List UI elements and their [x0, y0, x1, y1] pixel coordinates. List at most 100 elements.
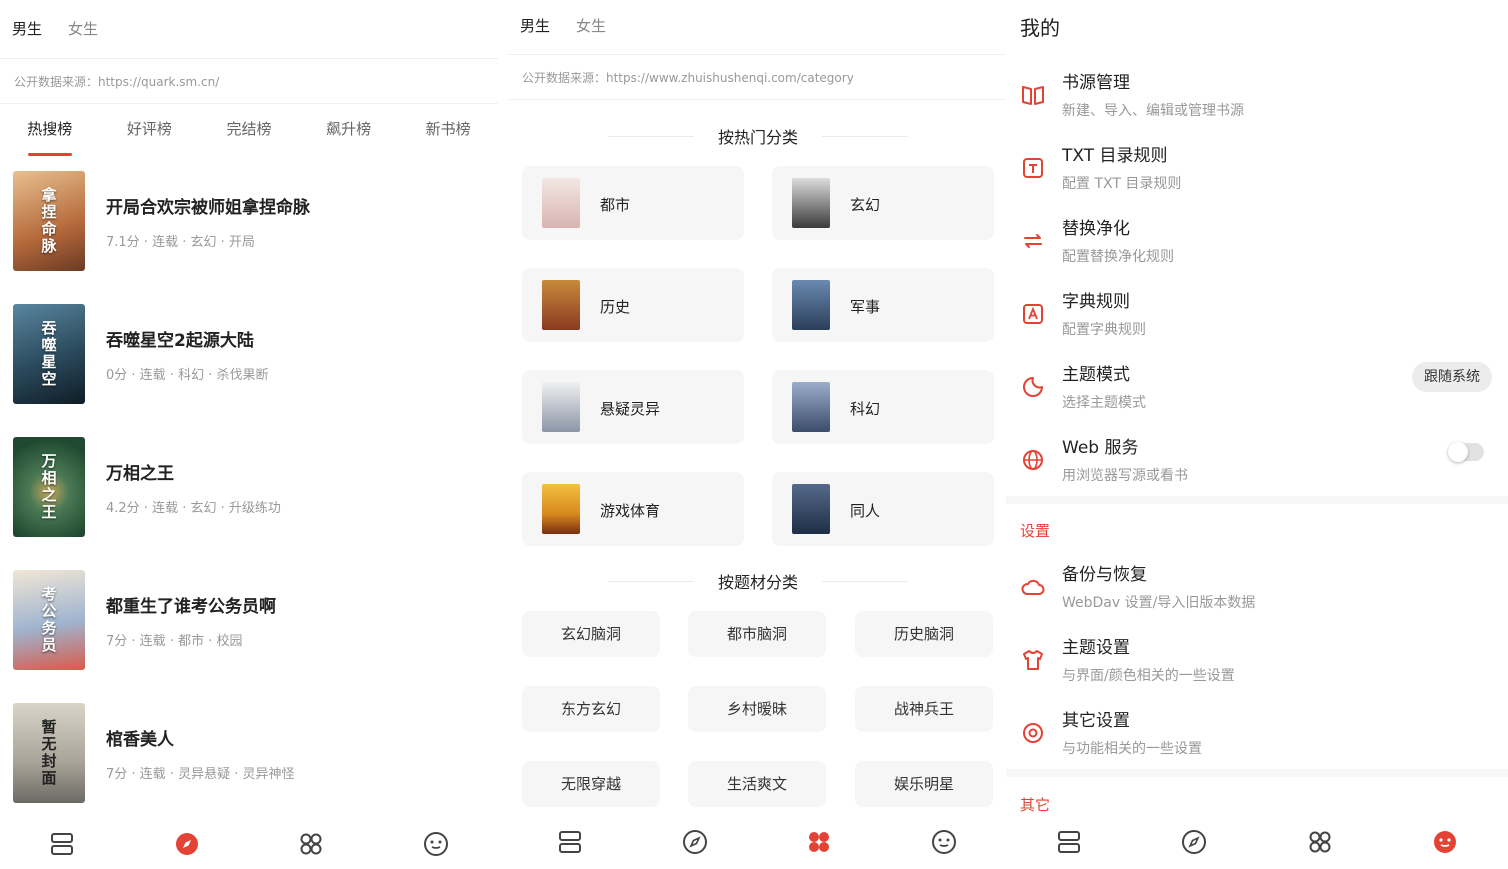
gender-tabs: 男生 女生	[12, 18, 98, 39]
category-card[interactable]: 悬疑灵异	[522, 370, 744, 444]
theme-mode-select[interactable]: 跟随系统	[1412, 362, 1492, 392]
book-cover: 拿捏命脉	[13, 171, 85, 271]
nav-discover[interactable]	[633, 829, 758, 855]
compass-icon	[1182, 830, 1207, 854]
category-card[interactable]: 游戏体育	[522, 472, 744, 546]
bottom-nav	[508, 815, 1006, 869]
menu-item-theme-mode[interactable]: 主题模式 选择主题模式 跟随系统	[1006, 358, 1508, 430]
topic-chip[interactable]: 都市脑洞	[688, 611, 826, 657]
tab-female[interactable]: 女生	[68, 18, 98, 39]
page-title: 我的	[1020, 16, 1060, 40]
nav-mine[interactable]	[374, 831, 499, 857]
web-service-toggle[interactable]	[1448, 442, 1484, 462]
globe-icon	[1023, 450, 1043, 470]
bookshelf-icon	[1057, 831, 1080, 853]
book-item[interactable]: 考公务员 都重生了谁考公务员啊 7分 · 连载 · 都市 · 校园	[13, 570, 483, 670]
menu-item-backup[interactable]: 备份与恢复 WebDav 设置/导入旧版本数据	[1006, 558, 1508, 630]
topic-category-heading: 按题材分类	[608, 569, 908, 593]
tab-top-rated[interactable]: 好评榜	[100, 118, 200, 156]
category-thumb	[542, 280, 580, 330]
nav-category[interactable]	[757, 829, 882, 855]
section-divider	[1006, 496, 1508, 504]
book-item[interactable]: 暂无封面 棺香美人 7分 · 连载 · 灵异悬疑 · 灵异神怪	[13, 703, 483, 803]
category-thumb	[542, 484, 580, 534]
book-meta: 7.1分 · 连载 · 玄幻 · 开局	[106, 235, 255, 250]
category-card[interactable]: 军事	[772, 268, 994, 342]
nav-bookshelf[interactable]	[0, 831, 125, 857]
tab-hot-search[interactable]: 热搜榜	[0, 118, 100, 156]
category-label: 都市	[600, 196, 631, 214]
menu-item-txt-rules[interactable]: TXT 目录规则 配置 TXT 目录规则	[1006, 139, 1508, 211]
topic-chip[interactable]: 乡村暧昧	[688, 686, 826, 732]
nav-category[interactable]	[249, 831, 374, 857]
nav-bookshelf[interactable]	[508, 829, 633, 855]
rank-tabs: 热搜榜 好评榜 完结榜 飙升榜 新书榜	[0, 118, 498, 156]
topic-chip[interactable]: 东方玄幻	[522, 686, 660, 732]
menu-item-subtitle: 与界面/颜色相关的一些设置	[1062, 668, 1235, 684]
category-thumb	[792, 178, 830, 228]
nav-mine[interactable]	[1383, 829, 1508, 855]
menu-item-subtitle: 配置 TXT 目录规则	[1062, 176, 1182, 192]
txt-icon	[1023, 158, 1043, 178]
book-meta: 0分 · 连载 · 科幻 · 杀伐果断	[106, 368, 269, 383]
nav-discover[interactable]	[125, 831, 250, 857]
book-item[interactable]: 吞噬星空 吞噬星空2起源大陆 0分 · 连载 · 科幻 · 杀伐果断	[13, 304, 483, 404]
menu-item-other-settings[interactable]: 其它设置 与功能相关的一些设置	[1006, 704, 1508, 776]
book-cover: 暂无封面	[13, 703, 85, 803]
category-card[interactable]: 科幻	[772, 370, 994, 444]
nav-mine[interactable]	[882, 829, 1007, 855]
tab-male[interactable]: 男生	[12, 18, 42, 39]
topic-chip[interactable]: 玄幻脑洞	[522, 611, 660, 657]
topic-chip[interactable]: 战神兵王	[855, 686, 993, 732]
tab-rising[interactable]: 飙升榜	[299, 118, 399, 156]
menu-item-dictionary[interactable]: 字典规则 配置字典规则	[1006, 285, 1508, 357]
topic-chip[interactable]: 历史脑洞	[855, 611, 993, 657]
menu-item-theme-settings[interactable]: 主题设置 与界面/颜色相关的一些设置	[1006, 631, 1508, 703]
tab-new-books[interactable]: 新书榜	[398, 118, 498, 156]
category-label: 玄幻	[850, 196, 881, 214]
smiley-icon	[931, 830, 956, 854]
theme-icon	[1023, 377, 1043, 397]
book-cover: 万相之王	[13, 437, 85, 537]
topic-chip[interactable]: 生活爽文	[688, 761, 826, 807]
menu-item-subtitle: 配置字典规则	[1062, 322, 1146, 338]
category-thumb	[542, 382, 580, 432]
menu-item-title: 字典规则	[1062, 292, 1130, 312]
mine-panel: 我的 书源管理 新建、导入、编辑或管理书源 TXT 目录规则 配置 TXT 目录…	[1006, 0, 1508, 869]
book-cover: 考公务员	[13, 570, 85, 670]
topic-chip[interactable]: 无限穿越	[522, 761, 660, 807]
category-card[interactable]: 玄幻	[772, 166, 994, 240]
shirt-icon	[1023, 650, 1043, 670]
menu-item-subtitle: WebDav 设置/导入旧版本数据	[1062, 595, 1256, 611]
bookshelf-icon	[51, 833, 74, 855]
compass-icon	[175, 833, 198, 855]
menu-item-web-service[interactable]: Web 服务 用浏览器写源或看书	[1006, 431, 1508, 503]
bookshelf-icon	[559, 831, 582, 853]
menu-item-title: 替换净化	[1062, 219, 1130, 239]
tab-female[interactable]: 女生	[576, 15, 606, 36]
book-meta: 7分 · 连载 · 都市 · 校园	[106, 634, 243, 649]
topic-chip[interactable]: 娱乐明星	[855, 761, 993, 807]
category-card[interactable]: 都市	[522, 166, 744, 240]
book-title: 万相之王	[106, 464, 174, 484]
tab-male[interactable]: 男生	[520, 15, 550, 36]
book-title: 都重生了谁考公务员啊	[106, 597, 276, 617]
menu-item-replace[interactable]: 替换净化 配置替换净化规则	[1006, 212, 1508, 284]
swap-icon	[1024, 234, 1042, 248]
gender-tabs: 男生 女生	[520, 15, 606, 36]
book-item[interactable]: 万相之王 万相之王 4.2分 · 连载 · 玄幻 · 升级练功	[13, 437, 483, 537]
menu-item-book-source[interactable]: 书源管理 新建、导入、编辑或管理书源	[1006, 66, 1508, 138]
menu-item-subtitle: 与功能相关的一些设置	[1062, 741, 1202, 757]
nav-category[interactable]	[1257, 829, 1383, 855]
book-item[interactable]: 拿捏命脉 开局合欢宗被师姐拿捏命脉 7.1分 · 连载 · 玄幻 · 开局	[13, 171, 483, 271]
tab-completed[interactable]: 完结榜	[199, 118, 299, 156]
category-card[interactable]: 同人	[772, 472, 994, 546]
nav-discover[interactable]	[1132, 829, 1258, 855]
menu-item-subtitle: 用浏览器写源或看书	[1062, 468, 1188, 484]
book-meta: 4.2分 · 连载 · 玄幻 · 升级练功	[106, 501, 281, 516]
data-source-text: 公开数据来源：https://www.zhuishushenqi.com/cat…	[508, 54, 1006, 100]
category-card[interactable]: 历史	[522, 268, 744, 342]
category-thumb	[792, 382, 830, 432]
nav-bookshelf[interactable]	[1006, 829, 1132, 855]
settings-icon	[1023, 723, 1043, 743]
